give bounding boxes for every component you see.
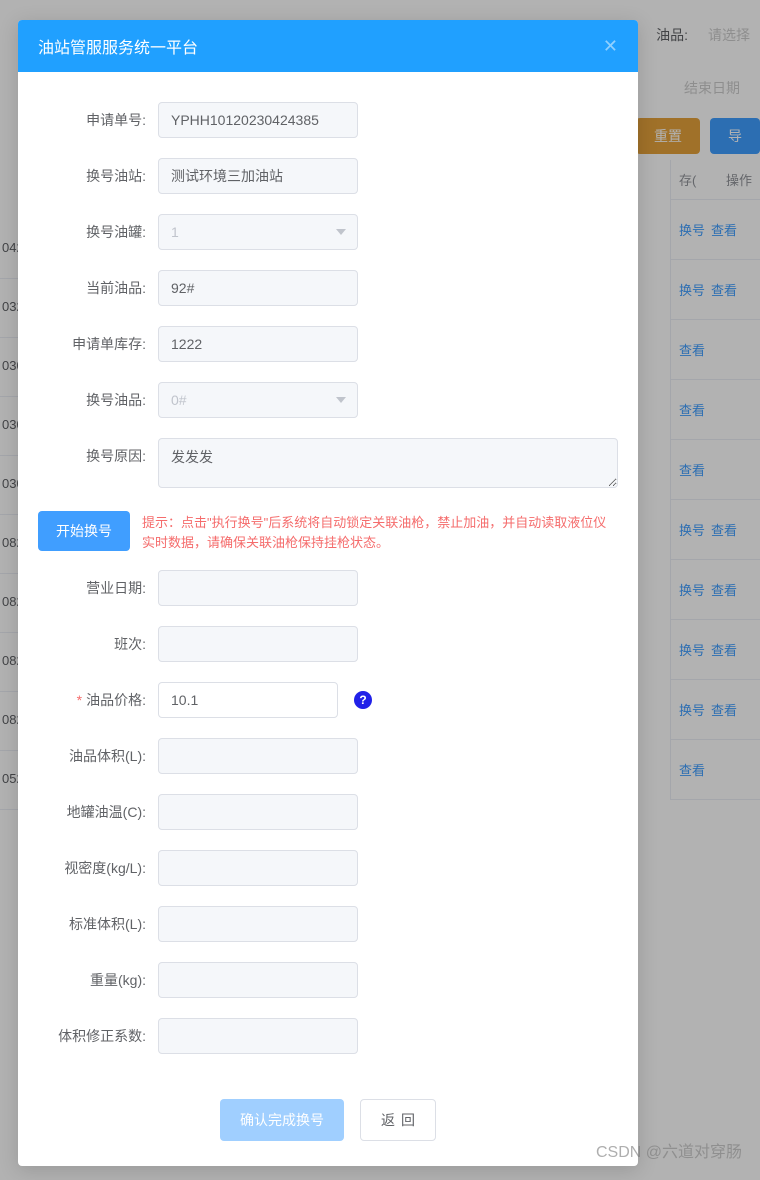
label-current-product: 当前油品: bbox=[38, 270, 158, 306]
label-apply-no: 申请单号: bbox=[38, 102, 158, 138]
station-input bbox=[158, 158, 358, 194]
label-tank: 换号油罐: bbox=[38, 214, 158, 250]
watermark: CSDN @六道对穿肠 bbox=[596, 1138, 742, 1162]
modal-footer: 确认完成换号 返回 bbox=[18, 1084, 638, 1166]
biz-date-input bbox=[158, 570, 358, 606]
temperature-input bbox=[158, 794, 358, 830]
help-icon[interactable]: ? bbox=[354, 691, 372, 709]
shift-input bbox=[158, 626, 358, 662]
vcf-input bbox=[158, 1018, 358, 1054]
label-weight: 重量(kg): bbox=[38, 962, 158, 998]
tank-select bbox=[158, 214, 358, 250]
label-vcf: 体积修正系数: bbox=[38, 1018, 158, 1054]
label-price: *油品价格: bbox=[38, 682, 158, 718]
label-apply-stock: 申请单库存: bbox=[38, 326, 158, 362]
modal-title: 油站管服服务统一平台 bbox=[38, 34, 198, 58]
current-product-input bbox=[158, 270, 358, 306]
back-button[interactable]: 返回 bbox=[360, 1099, 436, 1141]
close-icon[interactable]: ✕ bbox=[603, 37, 618, 55]
price-input[interactable] bbox=[158, 682, 338, 718]
reason-textarea[interactable]: 发发发 bbox=[158, 438, 618, 488]
label-station: 换号油站: bbox=[38, 158, 158, 194]
confirm-button[interactable]: 确认完成换号 bbox=[220, 1099, 344, 1141]
density-input bbox=[158, 850, 358, 886]
label-volume: 油品体积(L): bbox=[38, 738, 158, 774]
std-volume-input bbox=[158, 906, 358, 942]
label-std-volume: 标准体积(L): bbox=[38, 906, 158, 942]
target-product-select bbox=[158, 382, 358, 418]
modal-header: 油站管服服务统一平台 ✕ bbox=[18, 20, 638, 72]
start-swap-button[interactable]: 开始换号 bbox=[38, 511, 130, 551]
label-temperature: 地罐油温(C): bbox=[38, 794, 158, 830]
apply-no-input bbox=[158, 102, 358, 138]
warning-hint: 提示：点击"执行换号"后系统将自动锁定关联油枪，禁止加油，并自动读取液位仪实时数… bbox=[142, 511, 618, 552]
weight-input bbox=[158, 962, 358, 998]
apply-stock-input bbox=[158, 326, 358, 362]
label-biz-date: 营业日期: bbox=[38, 570, 158, 606]
modal-body: 申请单号: 换号油站: 换号油罐: 当前油品: bbox=[18, 72, 638, 1084]
label-shift: 班次: bbox=[38, 626, 158, 662]
volume-input bbox=[158, 738, 358, 774]
swap-number-modal: 油站管服服务统一平台 ✕ 申请单号: 换号油站: 换号油罐: 当前油品: bbox=[18, 20, 638, 1166]
label-target-product: 换号油品: bbox=[38, 382, 158, 418]
label-density: 视密度(kg/L): bbox=[38, 850, 158, 886]
label-reason: 换号原因: bbox=[38, 438, 158, 474]
